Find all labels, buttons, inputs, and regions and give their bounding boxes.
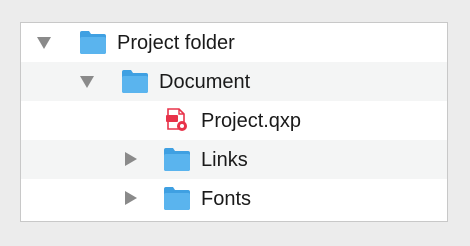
folder-icon <box>121 68 149 94</box>
tree-item-label: Fonts <box>201 188 252 210</box>
tree-row-project-qxp[interactable]: Project.qxp <box>21 101 447 140</box>
folder-icon <box>79 29 107 55</box>
disclosure-collapsed-icon[interactable] <box>125 191 137 205</box>
file-tree-panel: Project folder Document Project.qxp Link… <box>20 22 448 222</box>
disclosure-expanded-icon[interactable] <box>37 37 51 49</box>
tree-item-label: Project folder <box>117 32 235 54</box>
tree-row-document[interactable]: Document <box>21 62 447 101</box>
disclosure-expanded-icon[interactable] <box>80 76 94 88</box>
folder-icon <box>163 146 191 172</box>
quarkxpress-file-icon <box>163 107 191 133</box>
tree-row-links[interactable]: Links <box>21 140 447 179</box>
tree-row-project-folder[interactable]: Project folder <box>21 23 447 62</box>
tree-item-label: Project.qxp <box>201 110 302 132</box>
disclosure-collapsed-icon[interactable] <box>125 152 137 166</box>
tree-item-label: Document <box>159 71 251 93</box>
tree-row-fonts[interactable]: Fonts <box>21 179 447 218</box>
folder-icon <box>163 185 191 211</box>
tree-item-label: Links <box>201 149 248 171</box>
